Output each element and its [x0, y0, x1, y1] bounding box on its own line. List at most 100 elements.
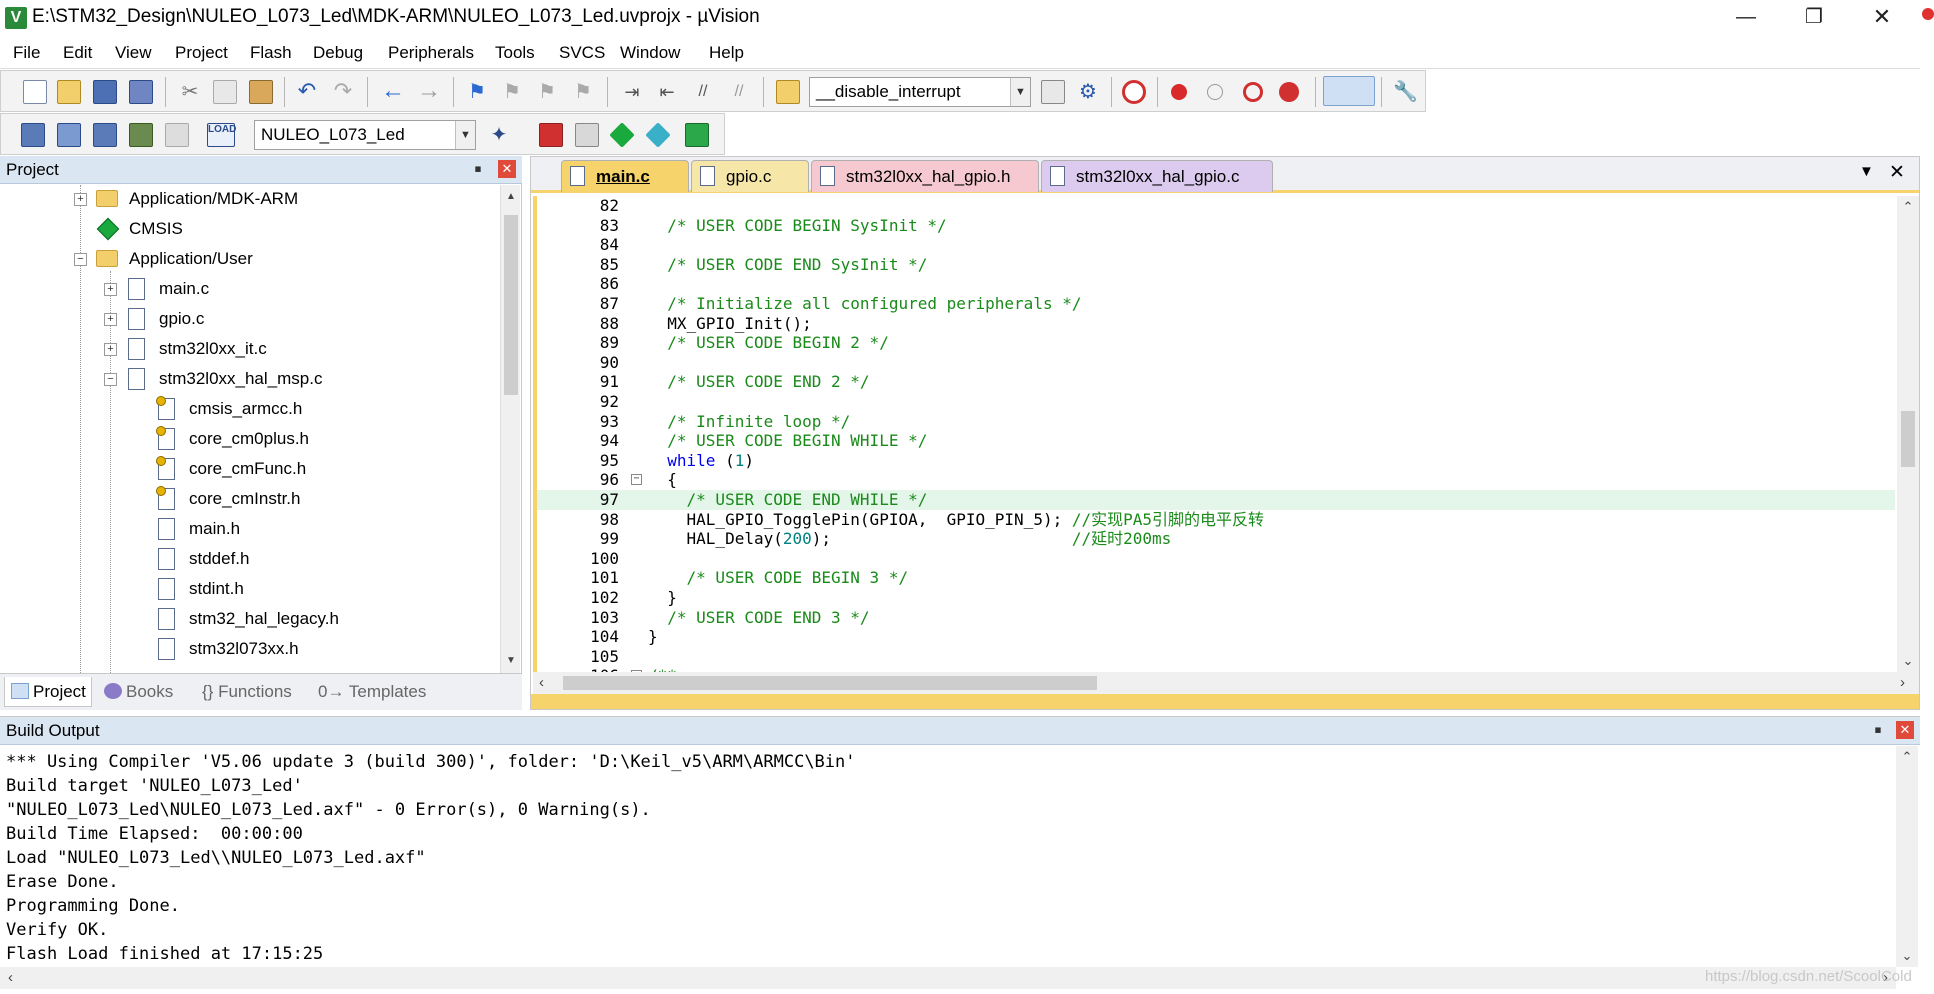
- configure-wrench-icon[interactable]: 🔧: [1393, 80, 1418, 104]
- batch-build-icon[interactable]: [129, 123, 153, 147]
- navigate-back-icon[interactable]: ←: [381, 79, 405, 104]
- menu-window[interactable]: Window: [620, 43, 680, 63]
- code-line[interactable]: 85 /* USER CODE END SysInit */: [537, 255, 1895, 275]
- debug-session-icon[interactable]: [1122, 80, 1146, 104]
- menu-file[interactable]: File: [13, 43, 40, 63]
- bookmark-icon[interactable]: ⚑: [465, 80, 489, 104]
- expand-icon[interactable]: +: [104, 343, 117, 356]
- close-window-button[interactable]: ✕: [1848, 0, 1916, 36]
- code-line[interactable]: 88 MX_GPIO_Init();: [537, 314, 1895, 334]
- menu-debug[interactable]: Debug: [313, 43, 363, 63]
- build-output-vertical-scrollbar[interactable]: ⌃ ⌄: [1896, 746, 1918, 967]
- build-output-text[interactable]: *** Using Compiler 'V5.06 update 3 (buil…: [6, 750, 1886, 966]
- build-icon[interactable]: [57, 123, 81, 147]
- new-file-icon[interactable]: [23, 80, 47, 104]
- code-line[interactable]: 96− {: [537, 470, 1895, 490]
- code-line[interactable]: 97 /* USER CODE END WHILE */: [537, 490, 1895, 510]
- kill-all-breakpoints-icon[interactable]: [1279, 82, 1299, 102]
- menu-project[interactable]: Project: [175, 43, 228, 63]
- code-line[interactable]: 94 /* USER CODE BEGIN WHILE */: [537, 431, 1895, 451]
- window-layout-icon[interactable]: [1323, 76, 1375, 106]
- tree-item-file[interactable]: + gpio.c: [0, 305, 500, 335]
- menu-tools[interactable]: Tools: [495, 43, 535, 63]
- close-icon[interactable]: ✕: [498, 160, 516, 178]
- prev-bookmark-icon[interactable]: ⚑: [500, 80, 524, 104]
- scroll-down-icon[interactable]: ⌄: [1896, 945, 1918, 967]
- code-area[interactable]: 82 83 /* USER CODE BEGIN SysInit */84 85 /…: [533, 196, 1895, 672]
- tree-item-header[interactable]: core_cmFunc.h: [0, 455, 500, 485]
- indent-icon[interactable]: ⇥: [620, 80, 644, 104]
- tree-item-header[interactable]: cmsis_armcc.h: [0, 395, 500, 425]
- software-packs-icon[interactable]: [685, 123, 709, 147]
- code-line[interactable]: 83 /* USER CODE BEGIN SysInit */: [537, 216, 1895, 236]
- scrollbar-thumb[interactable]: [563, 676, 1097, 690]
- disable-all-breakpoints-icon[interactable]: [1243, 82, 1263, 102]
- manage-run-time-environment-icon[interactable]: [609, 122, 635, 148]
- tree-item-header[interactable]: stm32l073xx.h: [0, 635, 500, 665]
- redo-icon[interactable]: ↷: [331, 80, 355, 104]
- code-line[interactable]: 99 HAL_Delay(200); //延时200ms: [537, 529, 1895, 549]
- scroll-down-icon[interactable]: ▼: [501, 649, 521, 673]
- copy-icon[interactable]: [213, 80, 237, 104]
- expand-icon[interactable]: +: [74, 193, 87, 206]
- code-line[interactable]: 92: [537, 392, 1895, 412]
- download-load-icon[interactable]: LOAD: [207, 123, 236, 147]
- incremental-find-icon[interactable]: ⚙: [1076, 80, 1100, 104]
- menu-peripherals[interactable]: Peripherals: [388, 43, 474, 63]
- uncomment-icon[interactable]: //: [727, 80, 751, 104]
- scrollbar-thumb[interactable]: [1901, 411, 1915, 467]
- target-select[interactable]: NULEO_L073_Led ▼: [254, 120, 476, 150]
- expand-icon[interactable]: +: [104, 313, 117, 326]
- pack-installer-icon[interactable]: [645, 122, 671, 148]
- fold-collapse-icon[interactable]: −: [631, 474, 642, 486]
- close-icon[interactable]: ✕: [1896, 721, 1914, 739]
- code-line[interactable]: 95 while (1): [537, 451, 1895, 471]
- save-icon[interactable]: [93, 80, 117, 104]
- menu-help[interactable]: Help: [709, 43, 744, 63]
- chevron-down-icon[interactable]: ▼: [455, 121, 475, 149]
- tree-item-header[interactable]: main.h: [0, 515, 500, 545]
- collapse-icon[interactable]: −: [104, 373, 117, 386]
- scroll-right-icon[interactable]: ›: [1900, 672, 1905, 694]
- tree-item-folder[interactable]: + Application/MDK-ARM: [0, 185, 500, 215]
- editor-vertical-scrollbar[interactable]: ⌃ ⌄: [1897, 196, 1919, 672]
- scroll-up-icon[interactable]: ⌃: [1896, 746, 1918, 768]
- open-folder-icon[interactable]: [57, 80, 81, 104]
- navigate-forward-icon[interactable]: →: [417, 79, 441, 104]
- code-line[interactable]: 82: [537, 196, 1895, 216]
- code-line[interactable]: 104}: [537, 627, 1895, 647]
- editor-horizontal-scrollbar[interactable]: ‹ ›: [533, 672, 1919, 694]
- tree-item-component[interactable]: CMSIS: [0, 215, 500, 245]
- code-line[interactable]: 100: [537, 549, 1895, 569]
- code-line[interactable]: 87 /* Initialize all configured peripher…: [537, 294, 1895, 314]
- find-combo[interactable]: __disable_interrupt ▼: [809, 77, 1031, 107]
- breakpoint-icon[interactable]: [1171, 84, 1187, 100]
- tab-stm32l0xx-hal-gpio-h[interactable]: stm32l0xx_hal_gpio.h: [811, 160, 1039, 192]
- rebuild-icon[interactable]: [93, 123, 117, 147]
- target-options-icon[interactable]: ✦: [487, 123, 511, 147]
- comment-icon[interactable]: //: [691, 80, 715, 104]
- build-output-horizontal-scrollbar[interactable]: ‹ ›: [0, 967, 1896, 989]
- manage-project-items-icon[interactable]: [539, 123, 563, 147]
- translate-icon[interactable]: [21, 123, 45, 147]
- close-tab-icon[interactable]: ✕: [1889, 161, 1905, 184]
- tree-item-file[interactable]: + stm32l0xx_it.c: [0, 335, 500, 365]
- collapse-icon[interactable]: −: [74, 253, 87, 266]
- tab-functions[interactable]: {} Functions: [202, 677, 308, 707]
- code-line[interactable]: 90: [537, 353, 1895, 373]
- menu-view[interactable]: View: [115, 43, 152, 63]
- undo-icon[interactable]: ↶: [295, 80, 319, 104]
- unindent-icon[interactable]: ⇤: [655, 80, 679, 104]
- code-line[interactable]: 89 /* USER CODE BEGIN 2 */: [537, 333, 1895, 353]
- menu-svcs[interactable]: SVCS: [559, 43, 605, 63]
- tree-item-header[interactable]: core_cmInstr.h: [0, 485, 500, 515]
- scroll-up-icon[interactable]: ⌃: [1897, 196, 1919, 218]
- paste-icon[interactable]: [249, 80, 273, 104]
- project-tree-scrollbar[interactable]: ▲ ▼: [500, 185, 520, 673]
- restore-button[interactable]: ❐: [1780, 0, 1848, 36]
- code-line[interactable]: 84: [537, 235, 1895, 255]
- tree-item-header[interactable]: stm32_hal_legacy.h: [0, 605, 500, 635]
- cut-icon[interactable]: ✂: [178, 80, 202, 104]
- code-line[interactable]: 86: [537, 274, 1895, 294]
- pin-icon[interactable]: ⏹: [1870, 722, 1886, 738]
